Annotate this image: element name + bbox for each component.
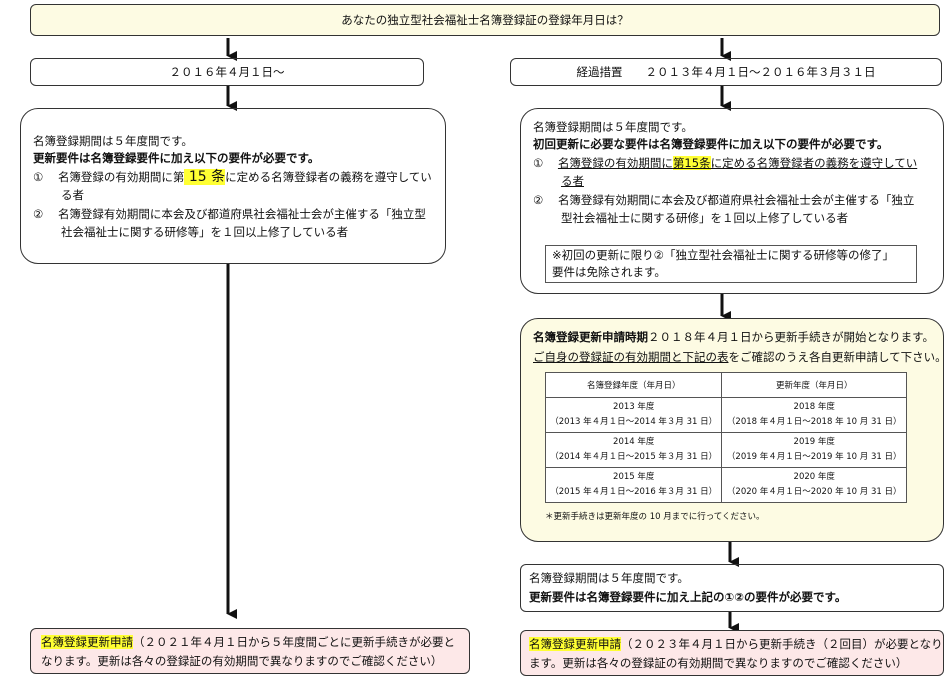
- right-item2-num: ②: [533, 193, 544, 207]
- left-item1-pre: 名簿登録の有効期間に第: [57, 170, 185, 184]
- schedule-line1-bold: 名簿登録更新申請時期: [533, 330, 648, 344]
- renew-year: 2020 年度: [793, 472, 835, 482]
- renew-period: （2020 年４月１日〜2020 年 10 月 31 日）: [726, 487, 902, 497]
- schedule-header-row: 名簿登録年度（年月日） 更新年度（年月日）: [544, 372, 907, 398]
- left-item2-b: 社会福祉士に関する研修等」を１回以上修了している者: [61, 225, 349, 239]
- reg-period: （2015 年４月１日〜2016 年３月 31 日）: [550, 487, 718, 497]
- col-header-renewal: 更新年度（年月日）: [721, 372, 907, 398]
- renew-year: 2018 年度: [793, 402, 835, 412]
- right-item2-a: 名簿登録有効期間に本会及び都道府県社会福祉士会が主催する「独立: [557, 193, 915, 207]
- left-result-rest: （２０２１年４月１日から５年度間ごとに更新手続きが必要と: [133, 635, 455, 649]
- schedule-line2-rest: をご確認のうえ各自更新申請して下さい。: [728, 350, 947, 364]
- cell-renewal: 2018 年度 （2018 年４月１日〜2018 年 10 月 31 日）: [721, 397, 907, 433]
- after-line1: 名簿登録期間は５年度間です。: [529, 571, 689, 585]
- right-period-box: 経過措置 ２０１３年４月１日〜２０１６年３月３１日: [510, 58, 942, 86]
- reg-year: 2014 年度: [613, 437, 655, 447]
- right-result-highlight: 名簿登録更新申請: [529, 637, 621, 651]
- left-result-box: 名簿登録更新申請（２０２１年４月１日から５年度間ごとに更新手続きが必要と なりま…: [30, 628, 470, 674]
- question-box: あなたの独立型社会福祉士名簿登録証の登録年月日は？: [30, 4, 940, 36]
- schedule-table: 名簿登録年度（年月日） 更新年度（年月日） 2013 年度 （2013 年４月１日…: [544, 372, 907, 503]
- table-row: 2014 年度 （2014 年４月１日〜2015 年３月 31 日） 2019 年…: [544, 432, 907, 468]
- table-row: 2013 年度 （2013 年４月１日〜2014 年３月 31 日） 2018 年…: [544, 397, 907, 433]
- right-info-line2: 初回更新に必要な要件は名簿登録要件に加え以下の要件が必要です。: [533, 137, 889, 151]
- renew-year: 2019 年度: [793, 437, 835, 447]
- right-info-box: 名簿登録期間は５年度間です。 初回更新に必要な要件は名簿登録要件に加え以下の要件…: [520, 108, 944, 294]
- left-item2-a: 名簿登録有効期間に本会及び都道府県社会福祉士会が主催する「独立型: [57, 207, 426, 221]
- reg-period: （2014 年４月１日〜2015 年３月 31 日）: [550, 452, 718, 462]
- left-item1-highlight: 15 条: [184, 169, 226, 185]
- cell-renewal: 2019 年度 （2019 年４月１日〜2019 年 10 月 31 日）: [721, 432, 907, 468]
- schedule-line2: ご自身の登録証の有効期間と下記の表をご確認のうえ各自更新申請して下さい。: [533, 349, 947, 366]
- right-result-line2: ます。更新は各々の登録証の有効期間で異なりますのでご確認ください）: [529, 656, 908, 670]
- exemption-note-a: ※初回の更新に限り②「独立型社会福祉士に関する研修等の修了」: [552, 248, 894, 262]
- after-line2: 更新要件は名簿登録要件に加え上記の①②の要件が必要です。: [529, 590, 847, 604]
- col-header-registration: 名簿登録年度（年月日）: [544, 372, 723, 398]
- left-result-line2: なります。更新は各々の登録証の有効期間で異なりますのでご確認ください）: [41, 654, 443, 668]
- left-item1-post: に定める名簿登録者の義務を遵守してい: [225, 170, 432, 184]
- reg-year: 2013 年度: [613, 402, 655, 412]
- left-period-box: ２０１６年４月１日〜: [30, 58, 424, 86]
- cell-registration: 2015 年度 （2015 年４月１日〜2016 年３月 31 日）: [544, 467, 723, 503]
- schedule-line2-underline: ご自身の登録証の有効期間と下記の表: [533, 350, 729, 364]
- right-item1-num: ①: [533, 156, 544, 170]
- table-row: 2015 年度 （2015 年４月１日〜2016 年３月 31 日） 2020 年…: [544, 467, 907, 503]
- renew-period: （2018 年４月１日〜2018 年 10 月 31 日）: [726, 417, 902, 427]
- cell-renewal: 2020 年度 （2020 年４月１日〜2020 年 10 月 31 日）: [721, 467, 907, 503]
- renew-period: （2019 年４月１日〜2019 年 10 月 31 日）: [726, 452, 902, 462]
- schedule-line1-rest: ２０１８年４月１日から更新手続きが開始となります。: [648, 330, 935, 344]
- exemption-note-b: 要件は免除されます。: [552, 265, 666, 279]
- right-period-label: 経過措置 ２０１３年４月１日〜２０１６年３月３１日: [576, 65, 876, 79]
- schedule-line1: 名簿登録更新申請時期２０１８年４月１日から更新手続きが開始となります。: [533, 329, 934, 346]
- left-item2-num: ②: [33, 207, 44, 221]
- right-result-line1: 名簿登録更新申請（２０２３年４月１日から更新手続き（２回目）が必要となり: [529, 636, 943, 653]
- left-result-line1: 名簿登録更新申請（２０２１年４月１日から５年度間ごとに更新手続きが必要と: [41, 634, 455, 651]
- left-period-label: ２０１６年４月１日〜: [169, 65, 285, 79]
- left-item1: ① 名簿登録の有効期間に第 15 条に定める名簿登録者の義務を遵守してい: [33, 169, 432, 186]
- left-item1-cont: る者: [61, 188, 84, 202]
- right-item1-post: に定める名簿登録者の義務を遵守してい: [710, 156, 918, 170]
- cell-registration: 2013 年度 （2013 年４月１日〜2014 年３月 31 日）: [544, 397, 723, 433]
- schedule-footnote: ＊更新手続きは更新年度の 10 月までに行ってください。: [545, 512, 765, 522]
- left-item2: ② 名簿登録有効期間に本会及び都道府県社会福祉士会が主催する「独立型: [33, 206, 426, 223]
- left-info-line1: 名簿登録期間は５年度間です。: [33, 134, 193, 148]
- cell-registration: 2014 年度 （2014 年４月１日〜2015 年３月 31 日）: [544, 432, 723, 468]
- right-info-line1: 名簿登録期間は５年度間です。: [533, 120, 693, 134]
- right-item1-cont: る者: [561, 174, 584, 188]
- left-result-highlight: 名簿登録更新申請: [41, 635, 133, 649]
- right-result-box: 名簿登録更新申請（２０２３年４月１日から更新手続き（２回目）が必要となり ます。…: [520, 630, 944, 676]
- right-after-box: 名簿登録期間は５年度間です。 更新要件は名簿登録要件に加え上記の①②の要件が必要…: [520, 564, 944, 612]
- right-item1-pre: 名簿登録の有効期間に: [557, 156, 673, 170]
- exemption-note: ※初回の更新に限り②「独立型社会福祉士に関する研修等の修了」 要件は免除されます…: [545, 245, 917, 283]
- left-item1-num: ①: [33, 170, 44, 184]
- right-item2: ② 名簿登録有効期間に本会及び都道府県社会福祉士会が主催する「独立: [533, 192, 914, 209]
- reg-period: （2013 年４月１日〜2014 年３月 31 日）: [550, 417, 718, 427]
- left-info-box: 名簿登録期間は５年度間です。 更新要件は名簿登録要件に加え以下の要件が必要です。…: [20, 108, 446, 264]
- right-result-rest: （２０２３年４月１日から更新手続き（２回目）が必要となり: [621, 637, 943, 651]
- left-info-line2: 更新要件は名簿登録要件に加え以下の要件が必要です。: [33, 151, 320, 165]
- right-item1-highlight: 第15条: [672, 156, 711, 170]
- right-item1: ① 名簿登録の有効期間に第15条に定める名簿登録者の義務を遵守してい: [533, 155, 917, 172]
- reg-year: 2015 年度: [613, 472, 655, 482]
- right-item2-b: 型社会福祉士に関する研修」を１回以上修了している者: [561, 211, 849, 225]
- question-text: あなたの独立型社会福祉士名簿登録証の登録年月日は？: [341, 13, 629, 27]
